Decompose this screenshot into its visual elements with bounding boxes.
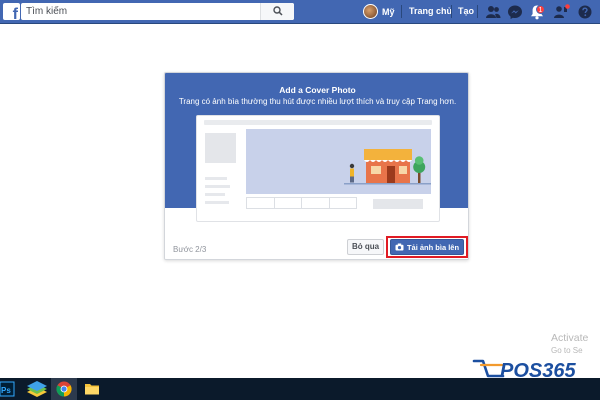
camera-icon — [395, 243, 404, 251]
facebook-logo[interactable]: f — [3, 3, 20, 20]
friend-requests-button[interactable] — [484, 3, 502, 21]
messenger-icon — [508, 5, 522, 19]
ground-line — [344, 183, 431, 185]
messenger-button[interactable] — [506, 3, 524, 21]
preview-text-line — [205, 177, 227, 180]
person-figure — [349, 163, 355, 183]
nav-create-link[interactable]: Tạo — [458, 6, 474, 16]
taskbar-file-explorer[interactable] — [79, 378, 105, 400]
profile-link[interactable]: Mỹ — [363, 3, 395, 20]
preview-tab — [246, 197, 275, 209]
notification-badge: 1 — [536, 5, 545, 14]
add-cover-photo-dialog: Add a Cover Photo Trang có ảnh bìa thườn… — [164, 72, 469, 260]
nav-divider — [477, 5, 478, 18]
facebook-top-bar: f Mỹ Trang chủ Tạo — [0, 0, 600, 24]
preview-cover-area — [246, 129, 431, 194]
step-indicator: Bước 2/3 — [173, 245, 207, 254]
avatar — [363, 4, 378, 19]
shop-illustration — [344, 149, 431, 185]
preview-text-line — [205, 185, 230, 188]
red-highlight-box: Tải ảnh bìa lên — [386, 236, 468, 258]
preview-text-line — [205, 193, 225, 196]
screen: f Mỹ Trang chủ Tạo — [0, 0, 600, 400]
nav-home-link[interactable]: Trang chủ — [409, 6, 452, 16]
help-button[interactable] — [576, 3, 594, 21]
taskbar-photoshop[interactable]: Ps — [0, 378, 18, 400]
taskbar-chrome[interactable] — [51, 378, 77, 400]
preview-button — [373, 199, 423, 209]
dialog-subtitle: Trang có ảnh bìa thường thu hút được nhi… — [178, 97, 457, 106]
search-input[interactable] — [21, 3, 261, 20]
friends-icon — [486, 6, 501, 18]
preview-tab — [273, 197, 302, 209]
chrome-icon — [56, 381, 72, 397]
facebook-logo-letter: f — [12, 6, 18, 21]
skip-button[interactable]: Bỏ qua — [347, 239, 384, 255]
preview-profile-picture — [205, 133, 236, 163]
notifications-button[interactable]: 1 — [528, 3, 546, 21]
upload-cover-label: Tải ảnh bìa lên — [406, 242, 460, 252]
profile-name: Mỹ — [382, 6, 395, 17]
preview-top-bar — [204, 120, 432, 125]
file-explorer-icon — [85, 384, 99, 395]
preview-text-line — [205, 201, 229, 204]
tree — [413, 156, 426, 183]
search-button[interactable] — [260, 3, 294, 20]
preview-tab-row — [246, 197, 357, 209]
shop-building — [364, 149, 412, 183]
search-bar — [21, 3, 294, 20]
photoshop-icon: Ps — [0, 381, 15, 397]
page-manager-icon — [554, 4, 570, 18]
dialog-title: Add a Cover Photo — [279, 85, 356, 95]
nav-divider — [401, 5, 402, 18]
bluestacks-icon — [27, 381, 47, 397]
photoshop-label: Ps — [1, 386, 11, 395]
activate-windows-title: Activate — [551, 332, 589, 344]
page-preview-illustration — [196, 115, 440, 222]
taskbar: Ps — [0, 378, 600, 400]
upload-cover-button[interactable]: Tải ảnh bìa lên — [390, 239, 464, 255]
help-icon — [578, 5, 592, 19]
search-icon — [273, 6, 283, 16]
taskbar-bluestacks[interactable] — [24, 378, 50, 400]
nav-divider — [451, 5, 452, 18]
preview-tab — [301, 197, 330, 209]
preview-tab — [328, 197, 357, 209]
page-manager-button[interactable] — [552, 3, 570, 21]
